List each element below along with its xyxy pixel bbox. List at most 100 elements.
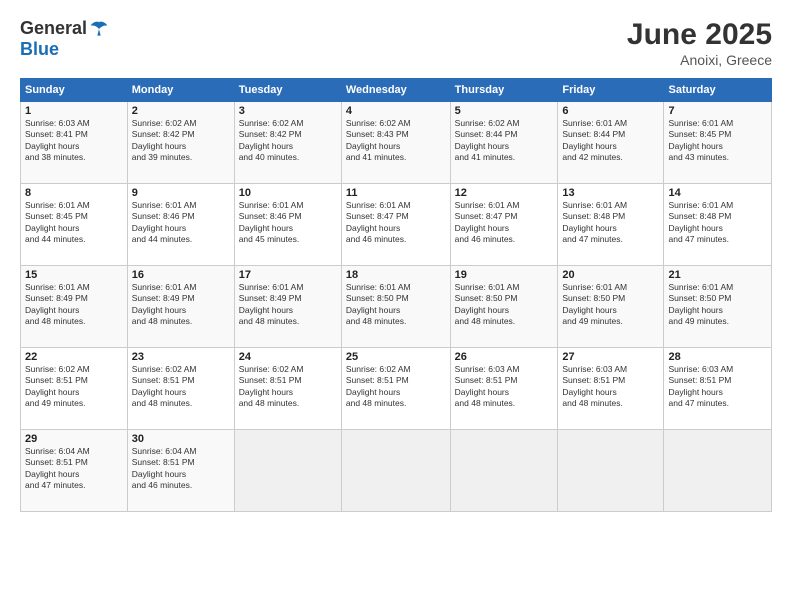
table-cell: 24 Sunrise: 6:02 AM Sunset: 8:51 PM Dayl… [234, 348, 341, 430]
table-cell: 15 Sunrise: 6:01 AM Sunset: 8:49 PM Dayl… [21, 266, 128, 348]
table-cell: 18 Sunrise: 6:01 AM Sunset: 8:50 PM Dayl… [341, 266, 450, 348]
calendar-title: June 2025 [627, 18, 772, 52]
table-cell: 16 Sunrise: 6:01 AM Sunset: 8:49 PM Dayl… [127, 266, 234, 348]
calendar-table: Sunday Monday Tuesday Wednesday Thursday… [20, 78, 772, 512]
day-number: 8 [25, 187, 123, 199]
day-number: 2 [132, 105, 230, 117]
day-info: Sunrise: 6:03 AM Sunset: 8:51 PM Dayligh… [562, 364, 659, 410]
day-number: 14 [668, 187, 767, 199]
day-info: Sunrise: 6:03 AM Sunset: 8:51 PM Dayligh… [455, 364, 554, 410]
day-info: Sunrise: 6:01 AM Sunset: 8:44 PM Dayligh… [562, 118, 659, 164]
day-info: Sunrise: 6:01 AM Sunset: 8:50 PM Dayligh… [346, 282, 446, 328]
table-cell: 3 Sunrise: 6:02 AM Sunset: 8:42 PM Dayli… [234, 102, 341, 184]
day-number: 9 [132, 187, 230, 199]
table-cell: 14 Sunrise: 6:01 AM Sunset: 8:48 PM Dayl… [664, 184, 772, 266]
table-cell: 29 Sunrise: 6:04 AM Sunset: 8:51 PM Dayl… [21, 430, 128, 512]
day-info: Sunrise: 6:01 AM Sunset: 8:47 PM Dayligh… [455, 200, 554, 246]
table-cell: 25 Sunrise: 6:02 AM Sunset: 8:51 PM Dayl… [341, 348, 450, 430]
day-number: 18 [346, 269, 446, 281]
day-number: 26 [455, 351, 554, 363]
header-wednesday: Wednesday [341, 79, 450, 102]
table-cell: 30 Sunrise: 6:04 AM Sunset: 8:51 PM Dayl… [127, 430, 234, 512]
table-cell: 11 Sunrise: 6:01 AM Sunset: 8:47 PM Dayl… [341, 184, 450, 266]
title-block: June 2025 Anoixi, Greece [627, 18, 772, 68]
table-cell: 1 Sunrise: 6:03 AM Sunset: 8:41 PM Dayli… [21, 102, 128, 184]
day-number: 13 [562, 187, 659, 199]
table-cell: 12 Sunrise: 6:01 AM Sunset: 8:47 PM Dayl… [450, 184, 558, 266]
table-cell: 28 Sunrise: 6:03 AM Sunset: 8:51 PM Dayl… [664, 348, 772, 430]
weekday-header-row: Sunday Monday Tuesday Wednesday Thursday… [21, 79, 772, 102]
day-number: 22 [25, 351, 123, 363]
table-cell: 19 Sunrise: 6:01 AM Sunset: 8:50 PM Dayl… [450, 266, 558, 348]
header-friday: Friday [558, 79, 664, 102]
page: General Blue June 2025 Anoixi, Greece Su… [0, 0, 792, 612]
day-info: Sunrise: 6:02 AM Sunset: 8:51 PM Dayligh… [346, 364, 446, 410]
day-number: 20 [562, 269, 659, 281]
day-number: 21 [668, 269, 767, 281]
header-thursday: Thursday [450, 79, 558, 102]
header-sunday: Sunday [21, 79, 128, 102]
day-info: Sunrise: 6:01 AM Sunset: 8:49 PM Dayligh… [239, 282, 337, 328]
table-cell: 2 Sunrise: 6:02 AM Sunset: 8:42 PM Dayli… [127, 102, 234, 184]
table-cell [664, 430, 772, 512]
table-cell: 26 Sunrise: 6:03 AM Sunset: 8:51 PM Dayl… [450, 348, 558, 430]
day-info: Sunrise: 6:04 AM Sunset: 8:51 PM Dayligh… [132, 446, 230, 492]
day-number: 6 [562, 105, 659, 117]
table-cell [558, 430, 664, 512]
table-cell: 9 Sunrise: 6:01 AM Sunset: 8:46 PM Dayli… [127, 184, 234, 266]
header-saturday: Saturday [664, 79, 772, 102]
day-number: 24 [239, 351, 337, 363]
table-cell: 13 Sunrise: 6:01 AM Sunset: 8:48 PM Dayl… [558, 184, 664, 266]
day-number: 1 [25, 105, 123, 117]
day-info: Sunrise: 6:01 AM Sunset: 8:49 PM Dayligh… [132, 282, 230, 328]
day-info: Sunrise: 6:03 AM Sunset: 8:51 PM Dayligh… [668, 364, 767, 410]
day-number: 12 [455, 187, 554, 199]
table-cell: 22 Sunrise: 6:02 AM Sunset: 8:51 PM Dayl… [21, 348, 128, 430]
day-number: 17 [239, 269, 337, 281]
day-info: Sunrise: 6:02 AM Sunset: 8:44 PM Dayligh… [455, 118, 554, 164]
header: General Blue June 2025 Anoixi, Greece [20, 18, 772, 68]
table-cell: 8 Sunrise: 6:01 AM Sunset: 8:45 PM Dayli… [21, 184, 128, 266]
calendar-location: Anoixi, Greece [627, 52, 772, 68]
day-info: Sunrise: 6:01 AM Sunset: 8:45 PM Dayligh… [25, 200, 123, 246]
day-number: 27 [562, 351, 659, 363]
day-number: 29 [25, 433, 123, 445]
day-number: 25 [346, 351, 446, 363]
day-info: Sunrise: 6:04 AM Sunset: 8:51 PM Dayligh… [25, 446, 123, 492]
day-info: Sunrise: 6:03 AM Sunset: 8:41 PM Dayligh… [25, 118, 123, 164]
day-number: 30 [132, 433, 230, 445]
day-info: Sunrise: 6:01 AM Sunset: 8:46 PM Dayligh… [132, 200, 230, 246]
table-cell: 27 Sunrise: 6:03 AM Sunset: 8:51 PM Dayl… [558, 348, 664, 430]
header-tuesday: Tuesday [234, 79, 341, 102]
logo-general-text: General [20, 18, 87, 39]
day-info: Sunrise: 6:02 AM Sunset: 8:51 PM Dayligh… [132, 364, 230, 410]
table-cell: 23 Sunrise: 6:02 AM Sunset: 8:51 PM Dayl… [127, 348, 234, 430]
day-number: 7 [668, 105, 767, 117]
logo-bird-icon [89, 19, 109, 39]
day-info: Sunrise: 6:01 AM Sunset: 8:45 PM Dayligh… [668, 118, 767, 164]
table-cell: 17 Sunrise: 6:01 AM Sunset: 8:49 PM Dayl… [234, 266, 341, 348]
day-info: Sunrise: 6:01 AM Sunset: 8:46 PM Dayligh… [239, 200, 337, 246]
day-number: 19 [455, 269, 554, 281]
table-cell: 4 Sunrise: 6:02 AM Sunset: 8:43 PM Dayli… [341, 102, 450, 184]
day-info: Sunrise: 6:01 AM Sunset: 8:50 PM Dayligh… [455, 282, 554, 328]
day-number: 16 [132, 269, 230, 281]
table-cell: 7 Sunrise: 6:01 AM Sunset: 8:45 PM Dayli… [664, 102, 772, 184]
day-info: Sunrise: 6:01 AM Sunset: 8:50 PM Dayligh… [668, 282, 767, 328]
table-cell: 5 Sunrise: 6:02 AM Sunset: 8:44 PM Dayli… [450, 102, 558, 184]
day-number: 5 [455, 105, 554, 117]
day-number: 23 [132, 351, 230, 363]
day-number: 10 [239, 187, 337, 199]
day-info: Sunrise: 6:02 AM Sunset: 8:42 PM Dayligh… [239, 118, 337, 164]
day-number: 4 [346, 105, 446, 117]
table-cell [341, 430, 450, 512]
header-monday: Monday [127, 79, 234, 102]
day-number: 3 [239, 105, 337, 117]
day-number: 15 [25, 269, 123, 281]
day-info: Sunrise: 6:01 AM Sunset: 8:48 PM Dayligh… [668, 200, 767, 246]
day-info: Sunrise: 6:01 AM Sunset: 8:50 PM Dayligh… [562, 282, 659, 328]
table-cell: 21 Sunrise: 6:01 AM Sunset: 8:50 PM Dayl… [664, 266, 772, 348]
day-info: Sunrise: 6:01 AM Sunset: 8:49 PM Dayligh… [25, 282, 123, 328]
day-info: Sunrise: 6:02 AM Sunset: 8:51 PM Dayligh… [25, 364, 123, 410]
table-cell: 10 Sunrise: 6:01 AM Sunset: 8:46 PM Dayl… [234, 184, 341, 266]
